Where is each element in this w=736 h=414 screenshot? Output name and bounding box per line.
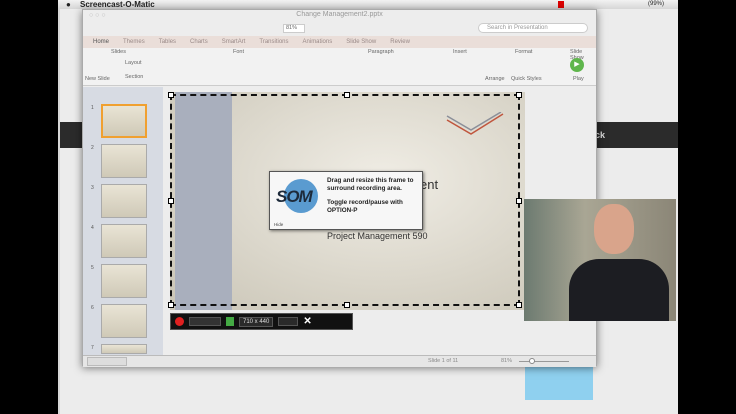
- thumb-number: 7: [91, 345, 94, 351]
- thumb-number: 2: [91, 145, 94, 151]
- shirt: [569, 259, 669, 321]
- size-select[interactable]: 710 x 440: [239, 316, 274, 327]
- webcam-overlay: [524, 199, 676, 321]
- zoom-level: 81%: [501, 358, 513, 364]
- ribbon-tabs: Home Themes Tables Charts SmartArt Trans…: [83, 36, 596, 48]
- pen-tool-button[interactable]: [189, 317, 221, 326]
- som-tooltip: SOM Drag and resize this frame to surrou…: [269, 171, 423, 230]
- group-label: Font: [233, 49, 245, 55]
- recording-toolbar: 710 x 440 ✕: [170, 313, 353, 330]
- slide-thumb[interactable]: [101, 104, 147, 138]
- app-menu[interactable]: Screencast-O-Matic: [80, 0, 155, 9]
- thumb-number: 3: [91, 185, 94, 191]
- som-instructions: Drag and resize this frame to surround r…: [327, 177, 422, 215]
- instruction-resize: Drag and resize this frame to surround r…: [327, 177, 414, 192]
- thumb-number: 4: [91, 225, 94, 231]
- play-icon[interactable]: ▶: [570, 58, 584, 72]
- webcam-button[interactable]: [226, 317, 234, 326]
- window-title: Change Management2.pptx: [296, 11, 383, 18]
- slide-thumb[interactable]: [101, 264, 147, 298]
- slide-thumb[interactable]: [101, 144, 147, 178]
- group-label: Slides: [111, 49, 126, 55]
- slide-thumbnails: 1 2 3 4 5 6 7: [83, 87, 163, 355]
- slide-thumb[interactable]: [101, 344, 147, 354]
- zoom-slider-thumb[interactable]: [529, 358, 535, 364]
- instruction-toggle: Toggle record/pause with OPTION-P: [327, 199, 403, 214]
- battery-status: (99%): [648, 1, 665, 7]
- resize-handle[interactable]: [516, 92, 522, 98]
- som-logo: SOM: [276, 177, 318, 215]
- resize-handle[interactable]: [344, 302, 350, 308]
- tab-home[interactable]: Home: [93, 36, 109, 48]
- view-buttons[interactable]: [87, 357, 127, 366]
- tab-tables[interactable]: Tables: [159, 36, 176, 48]
- apple-icon[interactable]: ●: [66, 0, 71, 9]
- window-controls[interactable]: ○ ○ ○: [89, 12, 106, 19]
- resize-handle[interactable]: [168, 92, 174, 98]
- status-bar: Slide 1 of 11 81%: [83, 355, 596, 367]
- group-label: Insert: [453, 49, 467, 55]
- resize-handle[interactable]: [168, 198, 174, 204]
- tab-review[interactable]: Review: [390, 36, 410, 48]
- slide-thumb[interactable]: [101, 304, 147, 338]
- resize-handle[interactable]: [516, 198, 522, 204]
- play-button[interactable]: Play: [573, 76, 584, 82]
- quick-styles-button[interactable]: Quick Styles: [511, 76, 542, 82]
- group-label: Paragraph: [368, 49, 394, 55]
- thumb-number: 6: [91, 305, 94, 311]
- resize-handle[interactable]: [344, 92, 350, 98]
- ribbon: Slides Font Paragraph Insert Format Slid…: [83, 48, 596, 86]
- tab-smartart[interactable]: SmartArt: [222, 36, 246, 48]
- close-icon[interactable]: ✕: [303, 316, 311, 327]
- tab-transitions[interactable]: Transitions: [259, 36, 288, 48]
- resize-handle[interactable]: [168, 302, 174, 308]
- slide-count: Slide 1 of 11: [428, 358, 459, 364]
- record-button[interactable]: [175, 317, 184, 326]
- zoom-select[interactable]: 81%: [283, 24, 305, 33]
- tab-slide-show[interactable]: Slide Show: [346, 36, 376, 48]
- settings-button[interactable]: [278, 317, 299, 326]
- slide-thumb[interactable]: [101, 184, 147, 218]
- face: [594, 204, 634, 254]
- tab-themes[interactable]: Themes: [123, 36, 145, 48]
- thumb-number: 1: [91, 105, 94, 111]
- tab-animations[interactable]: Animations: [303, 36, 333, 48]
- group-label: Format: [515, 49, 533, 55]
- arrange-button[interactable]: Arrange: [485, 76, 505, 82]
- resize-handle[interactable]: [516, 302, 522, 308]
- layout-button[interactable]: Layout: [125, 60, 142, 66]
- hide-link[interactable]: Hide: [274, 222, 283, 227]
- record-status-icon[interactable]: [558, 1, 564, 8]
- thumb-number: 5: [91, 265, 94, 271]
- slide-thumb[interactable]: [101, 224, 147, 258]
- new-slide-button[interactable]: New Slide: [85, 76, 110, 82]
- section-button[interactable]: Section: [125, 74, 143, 80]
- search-input[interactable]: Search in Presentation: [478, 23, 588, 33]
- tab-charts[interactable]: Charts: [190, 36, 208, 48]
- zoom-slider[interactable]: [519, 361, 569, 362]
- menu-bar: ● Screencast-O-Matic (99%): [58, 0, 678, 9]
